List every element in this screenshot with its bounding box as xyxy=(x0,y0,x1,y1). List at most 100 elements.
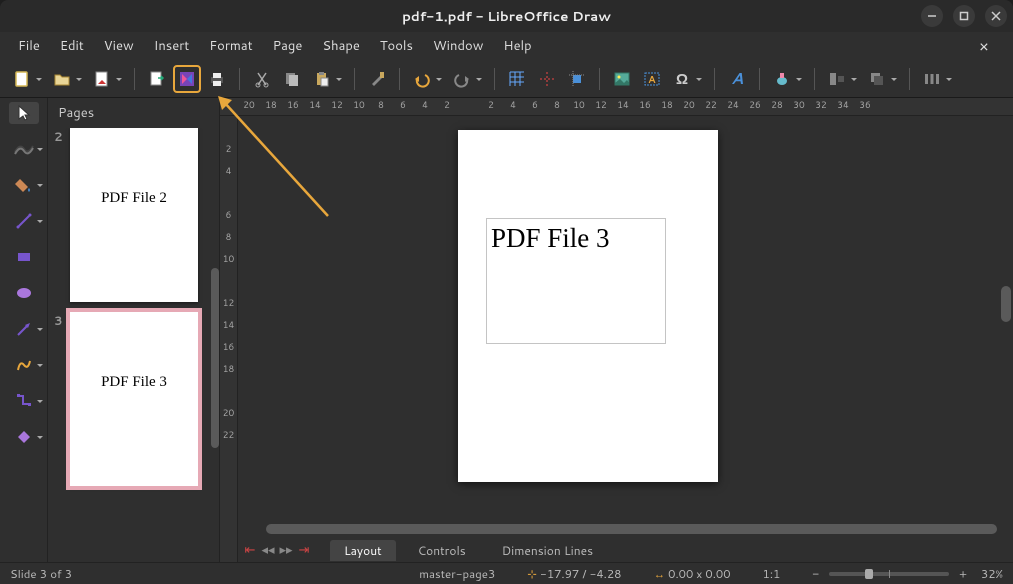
tab-layout[interactable]: Layout xyxy=(330,540,396,561)
menu-edit[interactable]: Edit xyxy=(50,33,94,59)
pages-panel-header: Pages xyxy=(48,98,219,128)
maximize-button[interactable] xyxy=(953,5,975,27)
save-icon xyxy=(92,69,112,89)
menu-page[interactable]: Page xyxy=(263,33,313,59)
zoom-slider[interactable] xyxy=(829,572,949,576)
line-icon xyxy=(14,211,34,231)
cut-button[interactable] xyxy=(248,65,276,93)
export-pdf-icon xyxy=(177,69,197,89)
snap-guides-button[interactable] xyxy=(533,65,561,93)
close-button[interactable] xyxy=(985,5,1007,27)
connector-tool[interactable] xyxy=(9,390,39,412)
minimize-button[interactable] xyxy=(921,5,943,27)
rectangle-icon xyxy=(14,247,34,267)
page-thumbnail[interactable]: 2 PDF File 2 xyxy=(56,128,211,302)
omega-icon: Ω xyxy=(672,69,692,89)
menu-tools[interactable]: Tools xyxy=(370,33,423,59)
open-button[interactable] xyxy=(48,65,76,93)
arrow-tool[interactable] xyxy=(9,318,39,340)
vertical-ruler[interactable]: 246810121416182022 xyxy=(220,116,238,562)
menu-view[interactable]: View xyxy=(94,33,144,59)
arrange-button[interactable] xyxy=(863,65,891,93)
line-tool[interactable] xyxy=(9,210,39,232)
page-thumbnail[interactable]: 3 PDF File 3 xyxy=(56,312,211,486)
pages-scrollbar[interactable] xyxy=(211,128,219,562)
align-button[interactable] xyxy=(823,65,851,93)
cursor-position: -17.97 / -4.28 xyxy=(540,565,621,582)
undo-button[interactable] xyxy=(408,65,436,93)
menu-shape[interactable]: Shape xyxy=(312,33,369,59)
tab-controls[interactable]: Controls xyxy=(404,540,480,561)
canvas-viewport[interactable]: PDF File 3 ⇤ ◂◂ ▸▸ ⇥ Layout Controls Dim… xyxy=(238,116,1013,562)
curve-tool[interactable] xyxy=(9,354,39,376)
rectangle-tool[interactable] xyxy=(9,246,39,268)
clone-format-button[interactable] xyxy=(363,65,391,93)
thumb-text: PDF File 2 xyxy=(101,190,167,207)
tab-first-button[interactable]: ⇤ xyxy=(242,542,258,558)
export-pdf-button[interactable] xyxy=(173,65,201,93)
close-doc-button[interactable]: × xyxy=(969,31,999,62)
print-icon xyxy=(207,69,227,89)
slide-info: Slide 3 of 3 xyxy=(10,565,72,582)
select-tool[interactable] xyxy=(9,102,39,124)
snap-icon xyxy=(537,69,557,89)
paste-button[interactable] xyxy=(308,65,336,93)
fontwork-button[interactable]: A xyxy=(723,65,751,93)
export-button[interactable] xyxy=(143,65,171,93)
menu-help[interactable]: Help xyxy=(493,33,541,59)
tab-prev-button[interactable]: ◂◂ xyxy=(260,542,276,558)
print-button[interactable] xyxy=(203,65,231,93)
zoom-value[interactable]: 32% xyxy=(981,565,1003,582)
grid-icon xyxy=(507,69,527,89)
image-icon xyxy=(612,69,632,89)
redo-icon xyxy=(452,69,472,89)
copy-icon xyxy=(282,69,302,89)
basic-shapes-tool[interactable] xyxy=(9,426,39,448)
menu-insert[interactable]: Insert xyxy=(144,33,200,59)
grid-button[interactable] xyxy=(503,65,531,93)
tab-last-button[interactable]: ⇥ xyxy=(296,542,312,558)
text-frame[interactable]: PDF File 3 xyxy=(486,218,666,344)
helplines-button[interactable] xyxy=(563,65,591,93)
menu-window[interactable]: Window xyxy=(423,33,493,59)
gluepoints-button[interactable] xyxy=(768,65,796,93)
cursor-icon xyxy=(14,103,34,123)
master-page-name[interactable]: master-page3 xyxy=(419,565,495,582)
distribute-button[interactable] xyxy=(918,65,946,93)
export-icon xyxy=(147,69,167,89)
helplines-icon xyxy=(567,69,587,89)
save-button[interactable] xyxy=(88,65,116,93)
insert-image-button[interactable] xyxy=(608,65,636,93)
insert-textbox-button[interactable]: A xyxy=(638,65,666,93)
zoom-out-button[interactable]: − xyxy=(812,565,819,582)
tab-next-button[interactable]: ▸▸ xyxy=(278,542,294,558)
curve-icon xyxy=(14,355,34,375)
thumb-text: PDF File 3 xyxy=(101,374,167,391)
line-color-tool[interactable] xyxy=(9,138,39,160)
pages-panel: Pages 2 PDF File 2 3 PDF File 3 xyxy=(48,98,220,562)
statusbar: Slide 3 of 3 master-page3 ⊹ -17.97 / -4.… xyxy=(0,562,1013,584)
page-canvas[interactable]: PDF File 3 xyxy=(458,130,718,482)
canvas-area: 2018161412108642246810121416182022242628… xyxy=(220,98,1013,562)
zoom-in-button[interactable]: + xyxy=(959,565,967,582)
new-icon xyxy=(12,69,32,89)
main-toolbar: A Ω A xyxy=(0,60,1013,98)
ellipse-tool[interactable] xyxy=(9,282,39,304)
new-button[interactable] xyxy=(8,65,36,93)
horizontal-ruler[interactable]: 2018161412108642246810121416182022242628… xyxy=(220,98,1013,116)
tab-dimension-lines[interactable]: Dimension Lines xyxy=(488,540,607,561)
copy-button[interactable] xyxy=(278,65,306,93)
fill-color-tool[interactable] xyxy=(9,174,39,196)
tab-bar: ⇤ ◂◂ ▸▸ ⇥ Layout Controls Dimension Line… xyxy=(238,538,1013,562)
page-number: 3 xyxy=(54,312,63,329)
scale-ratio[interactable]: 1:1 xyxy=(763,565,781,582)
redo-button[interactable] xyxy=(448,65,476,93)
special-char-button[interactable]: Ω xyxy=(668,65,696,93)
canvas-scrollbar-vertical[interactable] xyxy=(1001,136,1011,476)
svg-text:A: A xyxy=(648,73,656,87)
canvas-scrollbar-horizontal[interactable] xyxy=(266,524,997,534)
arrow-icon xyxy=(14,319,34,339)
connector-icon xyxy=(14,391,34,411)
menu-file[interactable]: File xyxy=(8,33,50,59)
menu-format[interactable]: Format xyxy=(199,33,262,59)
